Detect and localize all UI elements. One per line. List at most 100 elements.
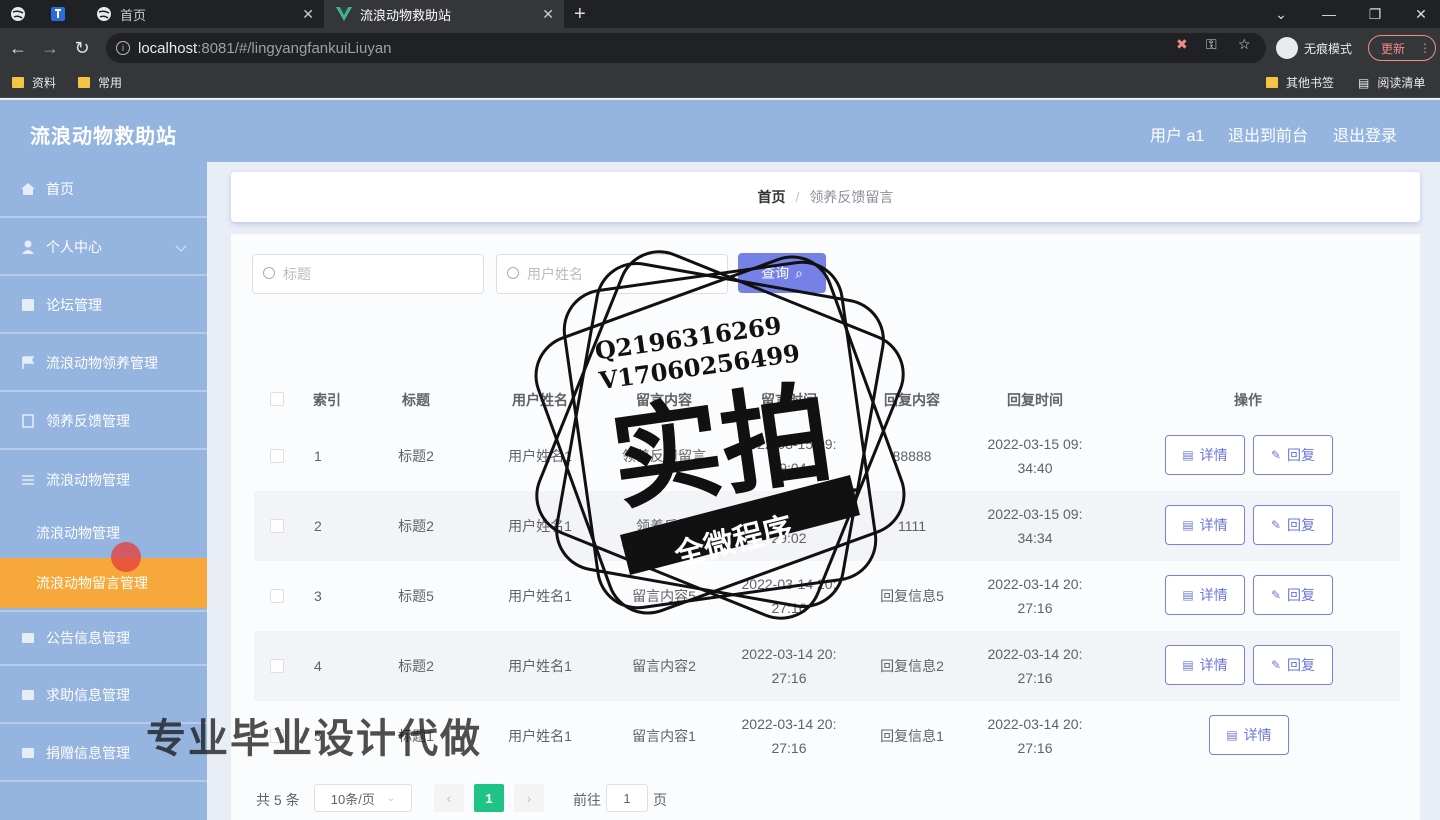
time-line: 2022-03-14 20: xyxy=(987,716,1083,732)
cell-title: 标题2 xyxy=(398,658,434,674)
column-header: 回复时间 xyxy=(1007,392,1063,408)
info-icon[interactable]: i xyxy=(116,41,130,55)
bookmark-folder[interactable]: 常用 xyxy=(78,74,122,91)
chevron-down-icon xyxy=(175,240,187,252)
cell-user: 用户姓名1 xyxy=(508,448,572,464)
submenu-animal-manage[interactable]: 流浪动物管理 xyxy=(0,508,207,558)
flag-icon xyxy=(20,356,36,370)
sidebar-item-home[interactable]: 首页 xyxy=(0,162,207,218)
detail-button[interactable]: ▤ 详情 xyxy=(1165,435,1245,475)
table-header: 索引 标题 用户姓名 留言内容 留言时间 回复内容 回复时间 操作 xyxy=(254,378,1400,420)
browser-tab-pinned-2[interactable] xyxy=(50,0,78,28)
sidebar-item-animals[interactable]: 流浪动物管理 xyxy=(0,452,207,508)
search-placeholder: 标题 xyxy=(283,266,311,282)
goto-page-input[interactable]: 1 xyxy=(606,784,648,812)
other-bookmarks[interactable]: 其他书签 xyxy=(1266,74,1334,91)
search-icon: ⌕ xyxy=(795,264,803,281)
button-label: 详情 xyxy=(1199,657,1228,673)
time-line: 2022-03-15 09: xyxy=(987,506,1083,522)
column-header: 留言内容 xyxy=(636,392,692,408)
edit-icon: ✎ xyxy=(1270,588,1282,602)
folder-icon xyxy=(78,77,90,88)
back-to-front-link[interactable]: 退出到前台 xyxy=(1228,122,1308,146)
time-line: 27:16 xyxy=(1017,670,1053,686)
cell-user: 用户姓名1 xyxy=(508,658,572,674)
vue-logo-icon xyxy=(336,6,352,22)
blocked-icon[interactable]: ✖ xyxy=(1176,36,1188,53)
breadcrumb-home[interactable]: 首页 xyxy=(758,187,786,207)
reload-icon[interactable]: ↻ xyxy=(70,36,94,60)
row-checkbox[interactable] xyxy=(270,449,284,463)
detail-button[interactable]: ▤ 详情 xyxy=(1165,575,1245,615)
restore-icon[interactable]: ❐ xyxy=(1352,0,1398,28)
cell-reply: 回复信息5 xyxy=(880,588,944,604)
reply-button[interactable]: ✎ 回复 xyxy=(1253,575,1333,615)
address-bar[interactable]: i localhost:8081/#/lingyangfankuiLiuyan xyxy=(106,33,1266,63)
sidebar-item-label: 公告信息管理 xyxy=(46,630,130,646)
new-tab-icon[interactable]: + xyxy=(574,0,600,28)
row-checkbox[interactable] xyxy=(270,659,284,673)
sidebar-item-feedback[interactable]: 领养反馈管理 xyxy=(0,394,207,450)
sidebar-item-notice[interactable]: 公告信息管理 xyxy=(0,610,207,666)
browser-tab-active[interactable]: 流浪动物救助站 ✕ xyxy=(324,0,564,28)
reply-button[interactable]: ✎ 回复 xyxy=(1253,505,1333,545)
cell-reply: 回复信息1 xyxy=(880,728,944,744)
cell-title: 标题2 xyxy=(398,518,434,534)
browser-tab-home[interactable]: 首页 ✕ xyxy=(84,0,324,28)
row-checkbox[interactable] xyxy=(270,519,284,533)
reply-button[interactable]: ✎ 回复 xyxy=(1253,645,1333,685)
incognito-profile[interactable]: 无痕模式 xyxy=(1276,34,1352,62)
browser-toolbar: ← → ↻ i localhost:8081/#/lingyangfankuiL… xyxy=(0,28,1440,68)
username-search-input[interactable]: 用户姓名 xyxy=(496,254,728,294)
column-header: 索引 xyxy=(313,392,341,408)
reply-button[interactable]: ✎ 回复 xyxy=(1253,435,1333,475)
logout-link[interactable]: 退出登录 xyxy=(1333,122,1397,146)
bookmark-star-icon[interactable]: ☆ xyxy=(1238,36,1251,53)
sidebar-item-profile[interactable]: 个人中心 xyxy=(0,220,207,276)
sidebar-item-forum[interactable]: 论坛管理 xyxy=(0,278,207,334)
bookmark-folder[interactable]: 资料 xyxy=(12,74,56,91)
sidebar-item-adoption[interactable]: 流浪动物领养管理 xyxy=(0,336,207,392)
close-window-icon[interactable]: ✕ xyxy=(1398,0,1440,28)
goto-suffix: 页 xyxy=(653,792,667,808)
tab-search-icon[interactable]: ⌄ xyxy=(1258,0,1304,28)
forward-icon[interactable]: → xyxy=(38,36,62,60)
back-icon[interactable]: ← xyxy=(6,36,30,60)
update-button[interactable]: 更新 ⋮ xyxy=(1368,35,1436,61)
next-page-icon[interactable]: › xyxy=(514,784,544,812)
cell-index: 2 xyxy=(314,518,322,534)
minimize-icon[interactable]: — xyxy=(1306,0,1352,28)
submenu-animal-messages[interactable]: 流浪动物留言管理 xyxy=(0,558,207,608)
cell-content: 留言内容2 xyxy=(632,658,696,674)
cell-content: 领养反馈留言 xyxy=(622,448,706,464)
column-header: 留言时间 xyxy=(761,392,817,408)
close-tab-icon[interactable]: ✕ xyxy=(542,6,554,23)
page-size-select[interactable]: 10条/页 ⌄ xyxy=(314,784,412,812)
detail-button[interactable]: ▤ 详情 xyxy=(1209,715,1289,755)
close-tab-icon[interactable]: ✕ xyxy=(302,6,314,23)
cell-reply-time: 2022-03-14 20: 27:16 xyxy=(974,712,1096,760)
detail-button[interactable]: ▤ 详情 xyxy=(1165,645,1245,685)
breadcrumb: 首页 / 领养反馈留言 xyxy=(231,172,1420,222)
select-all-checkbox[interactable] xyxy=(270,392,284,406)
button-label: 详情 xyxy=(1199,587,1228,603)
row-checkbox[interactable] xyxy=(270,589,284,603)
title-search-input[interactable]: 标题 xyxy=(252,254,484,294)
prev-page-icon[interactable]: ‹ xyxy=(434,784,464,812)
search-icon xyxy=(263,267,275,279)
detail-button[interactable]: ▤ 详情 xyxy=(1165,505,1245,545)
key-icon[interactable]: ⚿ xyxy=(1206,36,1217,53)
cell-title: 标题5 xyxy=(398,588,434,604)
profile-label: 无痕模式 xyxy=(1304,41,1353,56)
tab-title: 首页 xyxy=(120,7,147,23)
reading-list-icon: ▤ xyxy=(1358,75,1370,90)
query-button[interactable]: 查询 ⌕ xyxy=(738,253,826,293)
document-icon xyxy=(20,414,36,428)
reading-list[interactable]: ▤ 阅读清单 xyxy=(1358,74,1425,91)
cell-time: 2022-03-15 09: 29:04 xyxy=(728,432,850,480)
column-header: 操作 xyxy=(1234,392,1262,408)
page-number-current[interactable]: 1 xyxy=(474,784,504,812)
time-line: 2022-03-14 20: xyxy=(741,716,837,732)
browser-tab-pinned-1[interactable] xyxy=(10,0,38,28)
user-link[interactable]: 用户 a1 xyxy=(1150,122,1204,146)
